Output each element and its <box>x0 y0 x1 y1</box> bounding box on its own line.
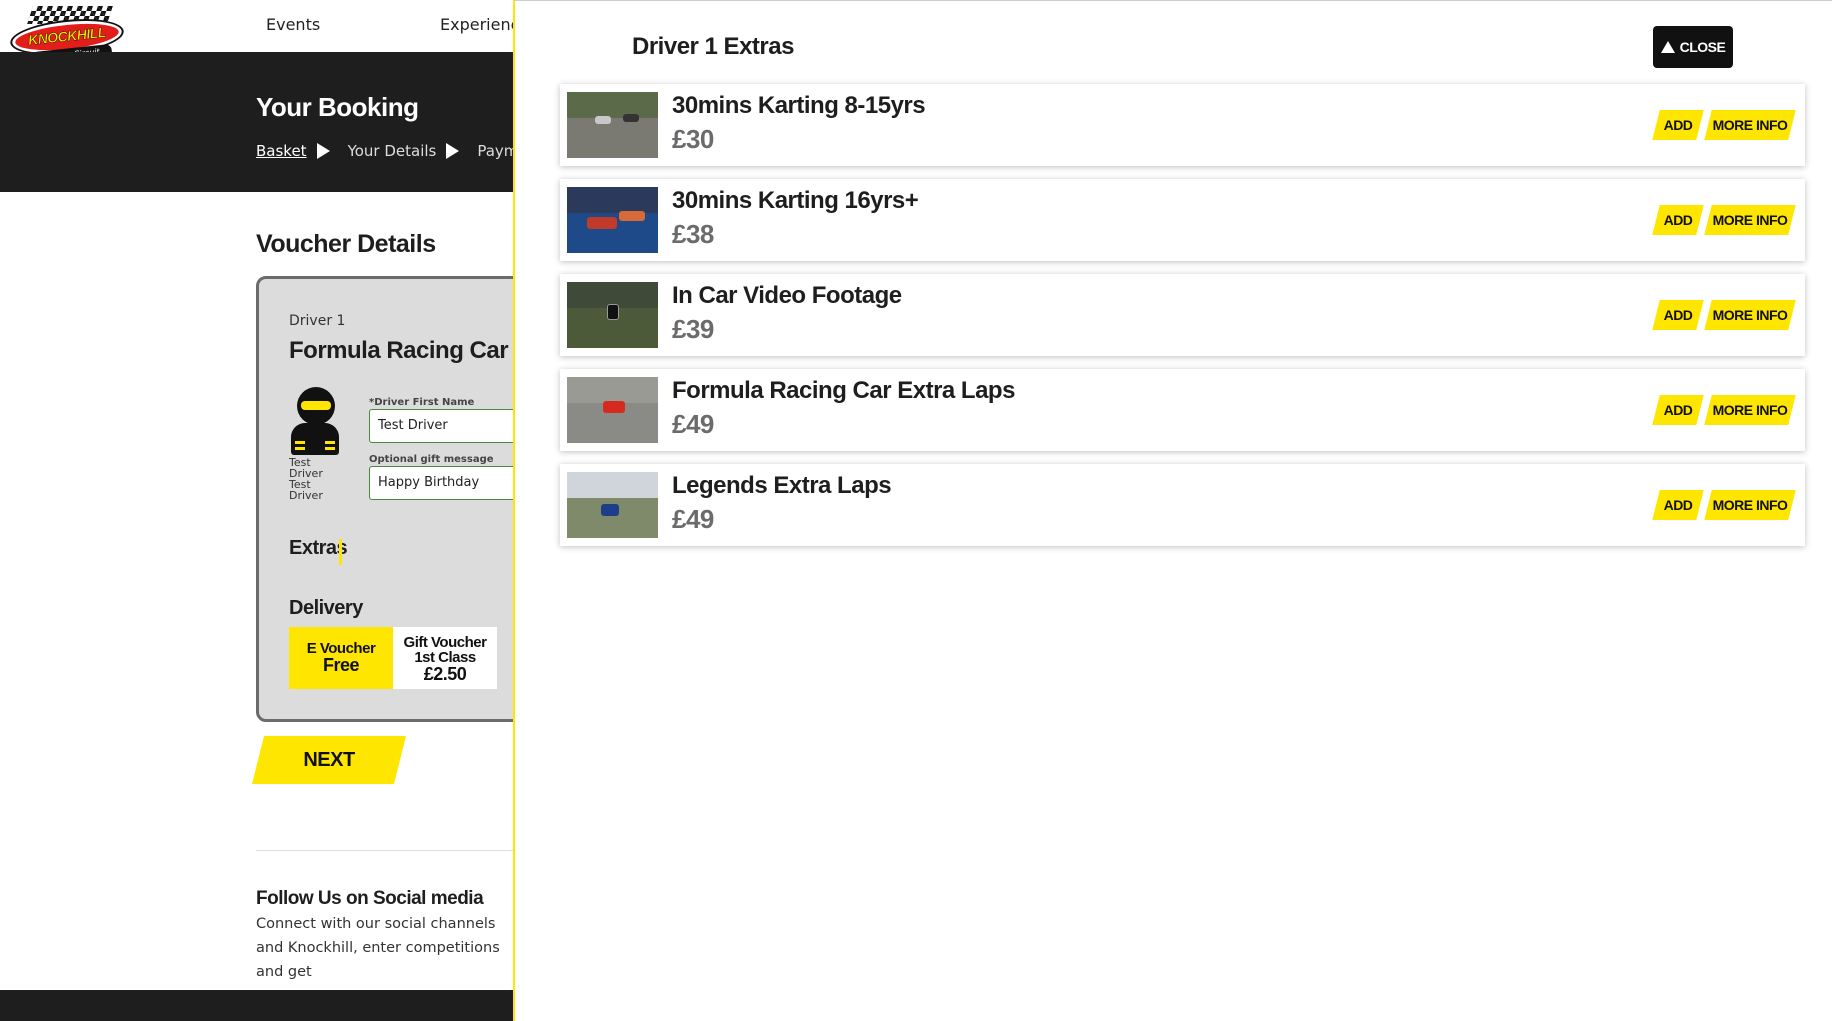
driver-name-caption: Test Driver Test Driver <box>289 456 323 502</box>
triangle-up-icon <box>1660 41 1675 53</box>
extra-price: £39 <box>672 314 714 344</box>
add-button[interactable]: ADD <box>1652 300 1704 330</box>
breadcrumb-your-details: Your Details <box>347 142 437 160</box>
extra-price: £30 <box>672 124 714 154</box>
extras-panel-title: Driver 1 Extras <box>632 33 794 60</box>
extra-name: In Car Video Footage <box>672 282 902 309</box>
extra-name: 30mins Karting 16yrs+ <box>672 187 919 214</box>
delivery-option-title: E Voucher <box>306 640 376 657</box>
add-button[interactable]: ADD <box>1652 205 1704 235</box>
extra-name: Formula Racing Car Extra Laps <box>672 377 1015 404</box>
add-button[interactable]: ADD <box>1652 110 1704 140</box>
first-name-label: *Driver First Name <box>369 397 475 408</box>
close-button[interactable]: CLOSE <box>1653 26 1733 68</box>
extra-item: In Car Video Footage £39 ADD MORE INFO <box>560 274 1805 356</box>
delivery-option-price: £2.50 <box>423 664 467 684</box>
extra-item: Legends Extra Laps £49 ADD MORE INFO <box>560 464 1805 546</box>
delivery-option-evoucher[interactable]: E Voucher Free <box>289 627 393 689</box>
extra-price: £49 <box>672 504 714 534</box>
delivery-option-gift-voucher[interactable]: Gift Voucher 1st Class £2.50 <box>393 627 497 689</box>
karting-thumbnail <box>567 187 658 253</box>
delivery-label: Delivery <box>289 597 363 619</box>
breadcrumb-basket[interactable]: Basket <box>256 142 307 160</box>
more-info-button[interactable]: MORE INFO <box>1704 110 1796 140</box>
extra-price: £38 <box>672 219 714 249</box>
voucher-details-title: Voucher Details <box>256 230 436 258</box>
extra-item: 30mins Karting 16yrs+ £38 ADD MORE INFO <box>560 179 1805 261</box>
driver-label: Driver 1 <box>289 313 346 329</box>
extra-price: £49 <box>672 409 714 439</box>
more-info-button[interactable]: MORE INFO <box>1704 205 1796 235</box>
next-button-label: NEXT <box>303 749 355 771</box>
extra-name: Legends Extra Laps <box>672 472 892 499</box>
page-title: Your Booking <box>256 92 419 122</box>
karting-thumbnail <box>567 92 658 158</box>
legends-car-thumbnail <box>567 472 658 538</box>
extra-item: 30mins Karting 8-15yrs £30 ADD MORE INFO <box>560 84 1805 166</box>
extra-name: 30mins Karting 8-15yrs <box>672 92 926 119</box>
formula-car-thumbnail <box>567 377 658 443</box>
nav-experiences[interactable]: Experienc <box>440 15 519 34</box>
more-info-button[interactable]: MORE INFO <box>1704 300 1796 330</box>
add-button[interactable]: ADD <box>1652 395 1704 425</box>
driver-card: Driver 1 Formula Racing Car Experi Test … <box>256 276 585 722</box>
follow-title: Follow Us on Social media <box>256 888 484 909</box>
delivery-option-title: Gift Voucher <box>403 634 487 651</box>
divider <box>256 850 516 851</box>
delivery-option-price: Free <box>322 655 360 675</box>
close-button-label: CLOSE <box>1679 39 1726 55</box>
delivery-option-subtitle: 1st Class <box>414 649 476 666</box>
arrow-right-icon <box>446 143 460 159</box>
extras-panel: Driver 1 Extras CLOSE 30mins Karting 8-1… <box>513 0 1832 1021</box>
gift-message-label: Optional gift message <box>369 454 494 465</box>
more-info-button[interactable]: MORE INFO <box>1704 490 1796 520</box>
next-button[interactable]: NEXT <box>252 736 406 784</box>
add-button[interactable]: ADD <box>1652 490 1704 520</box>
nav-events[interactable]: Events <box>266 15 320 34</box>
in-car-video-thumbnail <box>567 282 658 348</box>
arrow-right-icon <box>316 143 330 159</box>
follow-text: Connect with our social channels and Kno… <box>256 916 500 980</box>
extra-item: Formula Racing Car Extra Laps £49 ADD MO… <box>560 369 1805 451</box>
more-info-button[interactable]: MORE INFO <box>1704 395 1796 425</box>
extras-indicator <box>339 539 342 565</box>
driver-helmet-icon <box>291 387 339 455</box>
breadcrumb: Basket Your Details Payme <box>256 142 528 160</box>
